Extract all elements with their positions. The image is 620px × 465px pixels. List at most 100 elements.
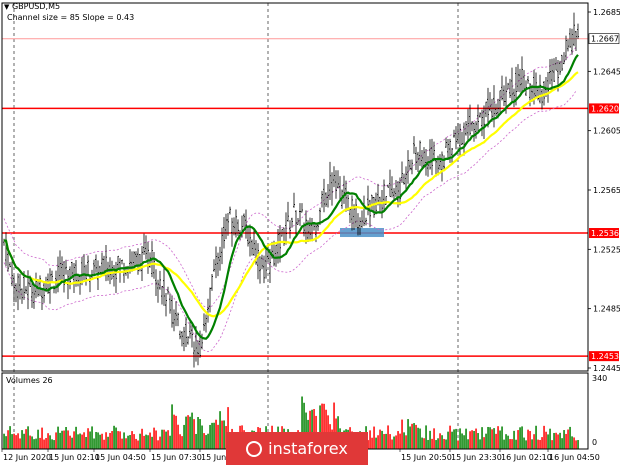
volume-bar bbox=[473, 431, 475, 449]
volume-bar bbox=[509, 439, 511, 449]
volume-bar bbox=[423, 438, 425, 449]
volume-bar bbox=[71, 437, 73, 449]
volume-bar bbox=[91, 426, 93, 449]
volume-bar bbox=[89, 431, 91, 449]
volume-bar bbox=[497, 426, 499, 449]
volume-bar bbox=[133, 434, 135, 449]
volume-bar bbox=[483, 437, 485, 449]
volume-bar bbox=[11, 434, 13, 449]
volume-bar bbox=[527, 429, 529, 449]
volume-bar bbox=[39, 437, 41, 449]
volume-bar bbox=[559, 432, 561, 449]
volume-bar bbox=[183, 424, 185, 449]
moving-averages bbox=[3, 54, 579, 340]
volume-bar bbox=[35, 438, 37, 449]
volume-bar bbox=[547, 434, 549, 449]
volume-bar bbox=[369, 430, 371, 449]
volume-bar bbox=[95, 431, 97, 449]
volume-bar bbox=[205, 435, 207, 449]
volume-bar bbox=[145, 434, 147, 449]
volume-bar bbox=[387, 425, 389, 449]
volume-bar bbox=[199, 419, 201, 449]
symbol-dropdown-icon[interactable]: ▼ bbox=[4, 3, 9, 11]
volume-bar bbox=[383, 434, 385, 449]
volume-bar bbox=[217, 424, 219, 449]
volume-bar bbox=[167, 430, 169, 449]
volume-bar bbox=[469, 431, 471, 449]
watermark-text: instaforex bbox=[268, 439, 348, 458]
price-chart[interactable]: 1.26201.25361.24531.2667 1.26851.26451.2… bbox=[0, 0, 620, 465]
volume-bar bbox=[221, 420, 223, 449]
volume-bar bbox=[77, 434, 79, 449]
volume-bar bbox=[67, 430, 69, 449]
volume-bar bbox=[129, 435, 131, 449]
volume-bar bbox=[577, 440, 579, 449]
volume-bar bbox=[147, 435, 149, 449]
volume-bar bbox=[503, 439, 505, 449]
volume-bar bbox=[451, 431, 453, 449]
volume-bar bbox=[499, 430, 501, 449]
watermark: instaforex bbox=[226, 432, 368, 465]
volume-bar bbox=[173, 414, 175, 449]
volume-bar bbox=[177, 424, 179, 449]
price-tick-label: 1.2485 bbox=[593, 305, 620, 314]
volume-bar bbox=[115, 427, 117, 449]
volume-bar bbox=[543, 425, 545, 449]
volume-bar bbox=[53, 440, 55, 449]
volume-bar bbox=[117, 431, 119, 449]
volume-bar bbox=[209, 424, 211, 449]
volume-bar bbox=[185, 416, 187, 449]
volume-bar bbox=[439, 433, 441, 449]
volume-bar bbox=[467, 439, 469, 449]
symbol-label: GBPUSD,M5 bbox=[11, 2, 61, 11]
volume-bar bbox=[175, 415, 177, 449]
instaforex-logo-icon bbox=[246, 440, 263, 457]
volume-bar bbox=[157, 440, 159, 449]
volume-bar bbox=[101, 433, 103, 449]
volume-bar bbox=[69, 435, 71, 449]
volume-bar bbox=[477, 433, 479, 449]
volume-bar bbox=[479, 439, 481, 449]
volume-bar bbox=[471, 430, 473, 449]
volume-bar bbox=[401, 419, 403, 449]
volume-bar bbox=[163, 429, 165, 449]
volume-bar bbox=[453, 429, 455, 449]
volume-bar bbox=[159, 436, 161, 449]
volume-bar bbox=[561, 438, 563, 449]
level-tag-label: 1.2453 bbox=[591, 352, 619, 361]
volume-bar bbox=[189, 416, 191, 449]
volume-bar bbox=[447, 431, 449, 449]
volume-bar bbox=[65, 426, 67, 449]
price-pane-frame bbox=[1, 2, 589, 372]
volume-bar bbox=[525, 440, 527, 449]
price-tick-label: 1.2565 bbox=[593, 186, 620, 195]
volume-bar bbox=[93, 438, 95, 449]
price-tick-label: 1.2445 bbox=[593, 364, 620, 373]
volume-bar bbox=[565, 433, 567, 449]
volume-bar bbox=[379, 429, 381, 449]
volume-bar bbox=[127, 435, 129, 449]
volume-bar bbox=[457, 440, 459, 449]
volume-bar bbox=[7, 430, 9, 449]
volume-bar bbox=[557, 434, 559, 449]
volume-bar bbox=[397, 431, 399, 449]
volume-bar bbox=[73, 431, 75, 449]
volume-bar bbox=[515, 439, 517, 449]
volume-bar bbox=[493, 428, 495, 449]
volume-bar bbox=[79, 433, 81, 449]
volume-bar bbox=[407, 419, 409, 449]
volume-bar bbox=[417, 427, 419, 449]
time-tick-label: 15 Jun 23:30 bbox=[451, 453, 502, 462]
volume-bar bbox=[505, 434, 507, 449]
level-tag-label: 1.2620 bbox=[591, 104, 619, 113]
volume-bar bbox=[571, 436, 573, 449]
price-bars bbox=[3, 12, 579, 368]
volume-bar bbox=[179, 434, 181, 449]
volume-bar bbox=[195, 433, 197, 449]
volume-bar bbox=[419, 428, 421, 449]
volume-bar bbox=[489, 427, 491, 449]
level-lines: 1.2620 1.2536 1.2453 1.2667 bbox=[2, 33, 620, 362]
volume-bar bbox=[97, 432, 99, 449]
volume-bar bbox=[153, 427, 155, 449]
volume-bar bbox=[437, 438, 439, 449]
